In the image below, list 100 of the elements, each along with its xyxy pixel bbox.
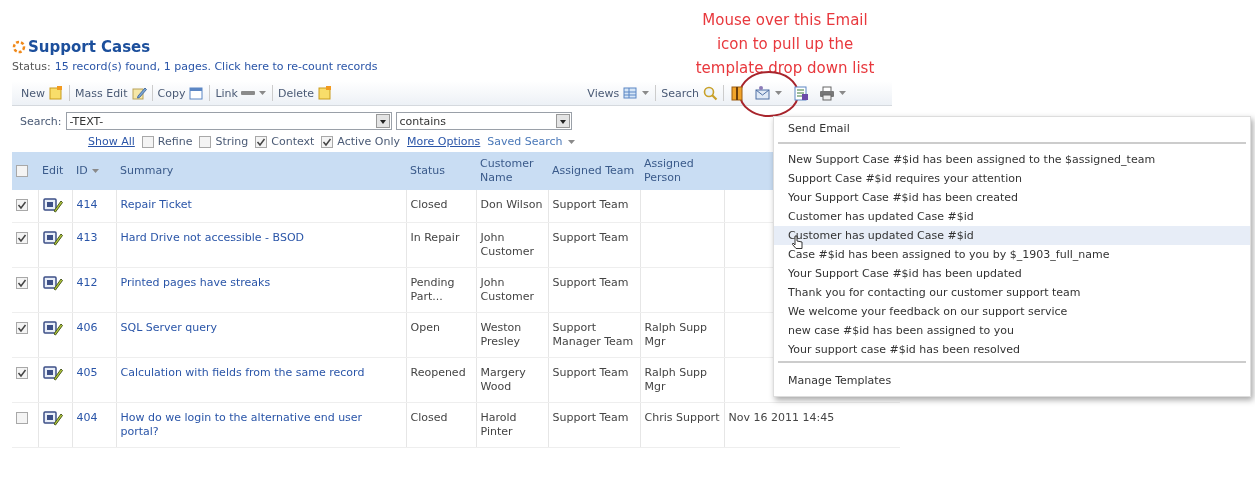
edit-icon[interactable] bbox=[42, 231, 63, 247]
table-cell: Closed bbox=[410, 411, 448, 424]
checkbox[interactable] bbox=[141, 135, 154, 148]
menu-item[interactable]: Support Case #$id requires your attention bbox=[774, 169, 1250, 188]
table-cell: Support Manager Team bbox=[552, 321, 634, 348]
summary-link[interactable]: Hard Drive not accessible - BSOD bbox=[120, 231, 402, 245]
caret-icon bbox=[838, 89, 847, 97]
column-header[interactable]: Summary bbox=[120, 164, 174, 178]
table-cell: Nov 16 2011 14:45 bbox=[728, 411, 835, 424]
summary-link[interactable]: How do we login to the alternative end user portal? bbox=[120, 411, 402, 439]
search-icon bbox=[702, 85, 718, 101]
table-cell: Ralph Supp Mgr bbox=[644, 321, 708, 348]
manage-templates-item[interactable]: Manage Templates bbox=[774, 369, 1250, 392]
table-cell: John Customer bbox=[480, 231, 534, 258]
checkbox[interactable] bbox=[199, 135, 212, 148]
menu-title[interactable]: Send Email bbox=[774, 117, 1250, 140]
page-title: Support Cases bbox=[28, 38, 151, 56]
summary-link[interactable]: Calculation with fields from the same record bbox=[120, 366, 402, 380]
table-cell: Support Team bbox=[552, 231, 629, 244]
table-cell: Reopened bbox=[410, 366, 466, 379]
menu-item[interactable]: Customer has updated Case #$id bbox=[774, 207, 1250, 226]
edit-icon[interactable] bbox=[42, 198, 63, 214]
id-link[interactable]: 412 bbox=[76, 276, 112, 290]
field-select[interactable]: -TEXT- bbox=[65, 112, 392, 130]
checkbox[interactable] bbox=[16, 199, 28, 211]
checkbox-label: Context bbox=[271, 135, 315, 148]
search-button[interactable]: Search bbox=[656, 82, 723, 104]
caret-icon bbox=[566, 137, 576, 146]
summary-link[interactable]: Printed pages have streaks bbox=[120, 276, 402, 290]
edit-icon[interactable] bbox=[42, 276, 63, 292]
id-link[interactable]: 406 bbox=[76, 321, 112, 335]
document-button[interactable]: Delete bbox=[272, 82, 339, 104]
sheet-icon bbox=[793, 85, 809, 101]
document-icon bbox=[317, 85, 334, 101]
menu-item[interactable]: Your Support Case #$id has been updated bbox=[774, 264, 1250, 283]
edit-button[interactable]: Mass Edit bbox=[70, 82, 152, 104]
recount-link[interactable]: 15 record(s) found, 1 pages. Click here to re-count records bbox=[54, 60, 378, 73]
grid-icon bbox=[622, 85, 639, 101]
menu-item[interactable]: Thank you for contacting our customer support team bbox=[774, 283, 1250, 302]
id-link[interactable]: 405 bbox=[76, 366, 112, 380]
table-cell: Harold Pinter bbox=[480, 411, 517, 438]
table-cell: In Repair bbox=[410, 231, 460, 244]
table-cell: Support Team bbox=[552, 366, 629, 379]
menu-item[interactable]: New Support Case #$id has been assigned to the $assigned_team bbox=[774, 150, 1250, 169]
edit-icon[interactable] bbox=[42, 321, 63, 337]
table-cell: Chris Support bbox=[644, 411, 720, 424]
checkbox[interactable] bbox=[16, 412, 28, 424]
menu-item[interactable]: We welcome your feedback on our support service bbox=[774, 302, 1250, 321]
table-cell: John Customer bbox=[480, 276, 534, 303]
document-icon bbox=[48, 85, 64, 101]
grid-button[interactable]: Views bbox=[582, 82, 656, 104]
saved-search-menu[interactable]: Saved Search bbox=[487, 135, 576, 148]
checkbox[interactable] bbox=[16, 367, 28, 379]
checkbox-label: Active Only bbox=[337, 135, 401, 148]
search-label: Search: bbox=[19, 114, 62, 128]
id-link[interactable]: 404 bbox=[76, 411, 112, 425]
caret-icon bbox=[558, 117, 567, 125]
email-icon bbox=[755, 85, 771, 101]
table-cell: Closed bbox=[410, 198, 448, 211]
checkbox[interactable] bbox=[321, 135, 334, 148]
table-cell: Ralph Supp Mgr bbox=[644, 366, 708, 393]
table-cell: Support Team bbox=[552, 198, 629, 211]
annotation-text: Mouse over this Email icon to pull up the template drop down list bbox=[694, 10, 876, 79]
checkbox[interactable] bbox=[16, 165, 28, 177]
edit-icon[interactable] bbox=[42, 411, 63, 427]
table-cell: Support Team bbox=[552, 276, 629, 289]
link-icon bbox=[240, 91, 255, 95]
summary-link[interactable]: SQL Server query bbox=[120, 321, 402, 335]
printer-icon bbox=[819, 85, 835, 101]
id-link[interactable]: 413 bbox=[76, 231, 112, 245]
id-link[interactable]: 414 bbox=[76, 198, 112, 212]
menu-item[interactable]: new case #$id has been assigned to you bbox=[774, 321, 1250, 340]
menu-item[interactable]: Your support case #$id has been resolved bbox=[774, 340, 1250, 359]
caret-icon bbox=[257, 89, 267, 97]
checkbox[interactable] bbox=[16, 322, 28, 334]
checkbox[interactable] bbox=[255, 135, 268, 148]
link-button[interactable]: Link bbox=[210, 82, 272, 104]
checkbox[interactable] bbox=[16, 277, 28, 289]
operator-select[interactable]: contains bbox=[395, 112, 572, 130]
option-link[interactable]: More Options bbox=[407, 135, 481, 148]
status-label: Status: bbox=[12, 60, 51, 73]
checkbox[interactable] bbox=[16, 232, 28, 244]
column-header[interactable]: Status bbox=[410, 164, 446, 178]
table-cell: Margery Wood bbox=[480, 366, 526, 393]
caret-icon bbox=[641, 89, 651, 97]
summary-link[interactable]: Repair Ticket bbox=[120, 198, 402, 212]
table-cell: Don Wilson bbox=[480, 198, 543, 211]
menu-item[interactable]: Case #$id has been assigned to you by $_1903_full_name bbox=[774, 245, 1250, 264]
document-button[interactable]: New bbox=[16, 82, 69, 104]
sort-caret-icon bbox=[90, 167, 100, 175]
book-icon bbox=[729, 85, 745, 101]
table-cell: Support Team bbox=[552, 411, 629, 424]
window-button[interactable]: Copy bbox=[152, 82, 210, 104]
edit-icon[interactable] bbox=[42, 366, 63, 382]
table-cell: Pending Part... bbox=[410, 276, 455, 303]
table-cell: Weston Presley bbox=[480, 321, 522, 348]
option-link[interactable]: Show All bbox=[88, 135, 135, 148]
menu-item[interactable]: Your Support Case #$id has been created bbox=[774, 188, 1250, 207]
caret-icon bbox=[774, 89, 783, 97]
window-icon bbox=[188, 85, 205, 101]
